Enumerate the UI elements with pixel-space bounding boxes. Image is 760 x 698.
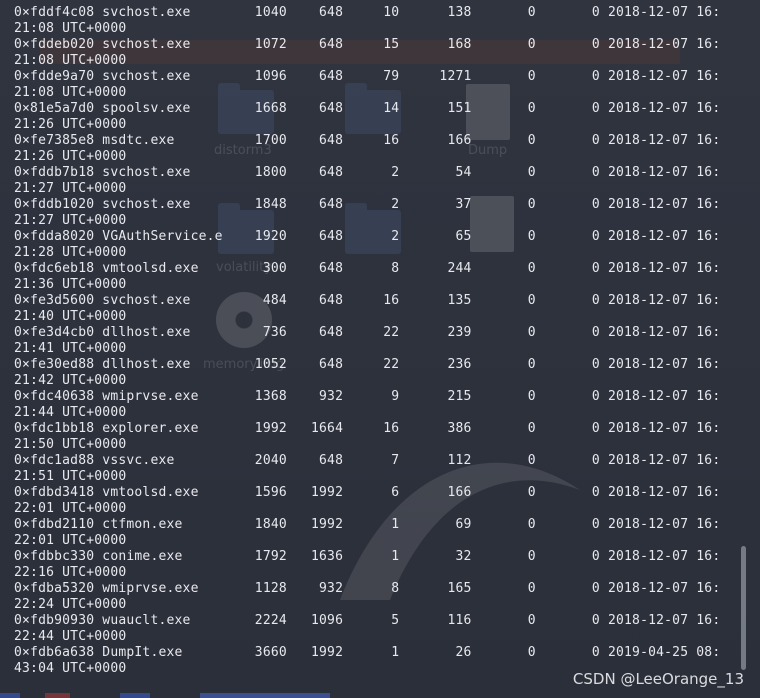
process-row-continuation: 21:41 UTC+0000 <box>14 341 127 356</box>
process-row: 0×fdda8020 VGAuthService.e 1920 648 2 65… <box>14 229 721 244</box>
process-row: 0×fe7385e8 msdtc.exe 1700 648 16 166 0 0… <box>14 133 721 148</box>
process-row-continuation: 22:01 UTC+0000 <box>14 533 127 548</box>
process-row: 0×fdde9a70 svchost.exe 1096 648 79 1271 … <box>14 69 721 84</box>
process-row-continuation: 21:27 UTC+0000 <box>14 181 127 196</box>
process-row: 0×fddb7b18 svchost.exe 1800 648 2 54 0 0… <box>14 165 721 180</box>
process-row: 0×fdba5320 wmiprvse.exe 1128 932 8 165 0… <box>14 581 721 596</box>
process-row-continuation: 21:28 UTC+0000 <box>14 245 127 260</box>
process-row-continuation: 21:08 UTC+0000 <box>14 53 127 68</box>
process-row: 0×fdb6a638 DumpIt.exe 3660 1992 1 26 0 0… <box>14 645 721 660</box>
process-row: 0×fe3d5600 svchost.exe 484 648 16 135 0 … <box>14 293 721 308</box>
process-row-continuation: 21:08 UTC+0000 <box>14 85 127 100</box>
process-row: 0×fdbd3418 vmtoolsd.exe 1596 1992 6 166 … <box>14 485 721 500</box>
process-row: 0×fdc1ad88 vssvc.exe 2040 648 7 112 0 0 … <box>14 453 721 468</box>
process-row-continuation: 21:40 UTC+0000 <box>14 309 127 324</box>
process-row-continuation: 22:01 UTC+0000 <box>14 501 127 516</box>
process-row: 0×fddf4c08 svchost.exe 1040 648 10 138 0… <box>14 5 721 20</box>
shell-prompt-edge <box>0 693 330 698</box>
scrollbar-thumb[interactable] <box>741 546 746 670</box>
terminal-output: 0×fddf4c08 svchost.exe 1040 648 10 138 0… <box>14 5 720 677</box>
process-row-continuation: 21:42 UTC+0000 <box>14 373 127 388</box>
process-row: 0×fddeb020 svchost.exe 1072 648 15 168 0… <box>14 37 721 52</box>
process-row: 0×fdbd2110 ctfmon.exe 1840 1992 1 69 0 0… <box>14 517 721 532</box>
process-row-continuation: 21:08 UTC+0000 <box>14 21 127 36</box>
process-row-continuation: 21:27 UTC+0000 <box>14 213 127 228</box>
process-row-continuation: 21:51 UTC+0000 <box>14 469 127 484</box>
process-row-continuation: 21:50 UTC+0000 <box>14 437 127 452</box>
terminal-window[interactable]: distorm3 Dump volatility memory.img 0×fd… <box>0 0 760 698</box>
process-row: 0×fdbbc330 conime.exe 1792 1636 1 32 0 0… <box>14 549 721 564</box>
process-row: 0×fdc1bb18 explorer.exe 1992 1664 16 386… <box>14 421 721 436</box>
process-row: 0×fe30ed88 dllhost.exe 1052 648 22 236 0… <box>14 357 721 372</box>
watermark: CSDN @LeeOrange_13 <box>572 670 744 688</box>
process-row-continuation: 21:26 UTC+0000 <box>14 149 127 164</box>
process-row: 0×fdb90930 wuauclt.exe 2224 1096 5 116 0… <box>14 613 721 628</box>
process-row-continuation: 22:16 UTC+0000 <box>14 565 127 580</box>
process-row-continuation: 21:36 UTC+0000 <box>14 277 127 292</box>
process-row: 0×fddb1020 svchost.exe 1848 648 2 37 0 0… <box>14 197 721 212</box>
process-row-continuation: 22:24 UTC+0000 <box>14 597 127 612</box>
process-row: 0×fe3d4cb0 dllhost.exe 736 648 22 239 0 … <box>14 325 721 340</box>
process-row-continuation: 22:44 UTC+0000 <box>14 629 127 644</box>
process-row: 0×fdc40638 wmiprvse.exe 1368 932 9 215 0… <box>14 389 721 404</box>
process-row-continuation: 21:26 UTC+0000 <box>14 117 127 132</box>
process-row: 0×fdc6eb18 vmtoolsd.exe 300 648 8 244 0 … <box>14 261 721 276</box>
process-row-continuation: 21:44 UTC+0000 <box>14 405 127 420</box>
process-row: 0×81e5a7d0 spoolsv.exe 1668 648 14 151 0… <box>14 101 721 116</box>
